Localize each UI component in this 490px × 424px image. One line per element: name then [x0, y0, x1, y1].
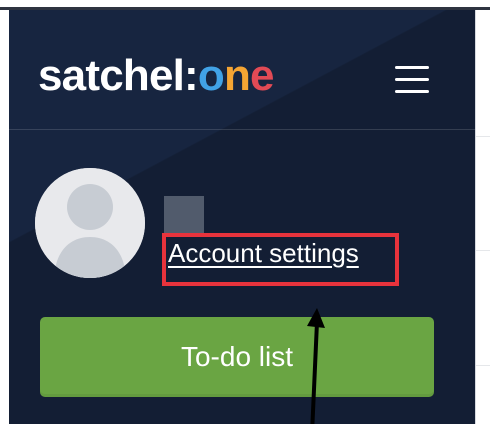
user-avatar-icon[interactable] [35, 168, 145, 278]
logo-prefix: satchel: [38, 51, 199, 100]
logo-e: e [250, 51, 274, 100]
username-redaction [164, 196, 204, 234]
todo-list-button[interactable]: To-do list [40, 317, 434, 397]
content-divider-three [476, 365, 490, 366]
left-margin [0, 10, 9, 424]
sidebar: satchel:one Account settings To-do list [9, 10, 475, 424]
account-settings-link[interactable]: Account settings [168, 238, 359, 268]
main-content-strip [475, 10, 490, 424]
top-border [0, 0, 490, 10]
sidebar-header: satchel:one [9, 10, 475, 130]
satchel-one-logo: satchel:one [38, 51, 275, 100]
content-divider-one [476, 136, 490, 137]
menu-line-middle [395, 78, 429, 81]
app-screenshot: satchel:one Account settings To-do list [0, 0, 490, 424]
menu-line-top [395, 66, 429, 69]
logo-o: o [197, 51, 225, 100]
hamburger-menu-icon[interactable] [395, 66, 429, 94]
menu-line-bottom [395, 90, 429, 93]
logo-n: n [223, 51, 251, 100]
content-divider-two [476, 250, 490, 251]
